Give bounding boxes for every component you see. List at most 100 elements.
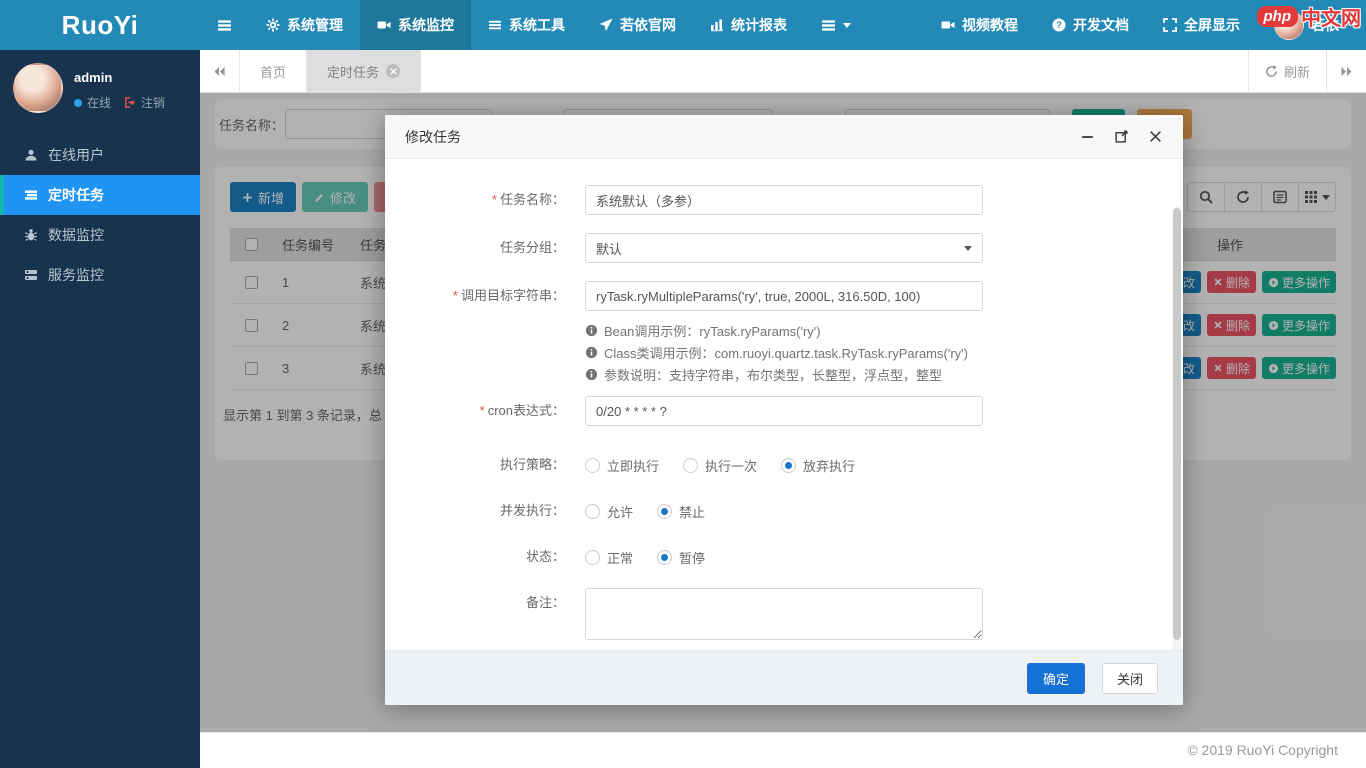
info-icon xyxy=(585,324,598,337)
nav-item-video-tutorial[interactable]: 视频教程 xyxy=(924,0,1035,50)
required-marker: * xyxy=(453,288,458,303)
copyright-footer: © 2019 RuoYi Copyright xyxy=(200,732,1366,768)
sidebar-item-data-monitor[interactable]: 数据监控 xyxy=(0,215,200,255)
radio-misfire-once[interactable]: 执行一次 xyxy=(683,456,757,475)
nav-item-label: 视频教程 xyxy=(962,15,1018,35)
minimize-icon[interactable] xyxy=(1080,129,1095,144)
question-circle-icon: ? xyxy=(1052,18,1066,32)
nav-item-system-monitor[interactable]: 系统监控 xyxy=(360,0,471,50)
close-button[interactable]: 关闭 xyxy=(1102,663,1158,694)
field-label: 执行策略： xyxy=(385,450,565,480)
form-row-misfire-policy: 执行策略： 立即执行 执行一次 放弃执行 xyxy=(385,450,1183,480)
tab-home[interactable]: 首页 xyxy=(240,50,307,92)
sidebar-user-panel: admin 在线 注销 xyxy=(0,50,200,127)
bars-icon xyxy=(217,18,232,33)
php-logo: php xyxy=(1257,6,1299,27)
field-label: *调用目标字符串： xyxy=(385,281,565,385)
tabs-scroll-left-button[interactable] xyxy=(200,50,240,92)
fullscreen-icon xyxy=(1163,18,1177,32)
remark-textarea[interactable] xyxy=(585,588,983,640)
nav-item-label: 若依官网 xyxy=(620,15,676,35)
field-label: 状态： xyxy=(385,542,565,572)
user-name: admin xyxy=(74,70,165,85)
sidebar-item-label: 定时任务 xyxy=(48,185,104,205)
modal-title: 修改任务 xyxy=(405,127,461,147)
tab-label: 定时任务 xyxy=(327,62,379,81)
refresh-icon xyxy=(1265,65,1278,78)
video-camera-icon xyxy=(941,18,955,32)
cron-expression-input[interactable] xyxy=(585,396,983,426)
tab-label: 首页 xyxy=(260,62,286,81)
nav-item-dev-docs[interactable]: ? 开发文档 xyxy=(1035,0,1146,50)
sidebar-item-online-users[interactable]: 在线用户 xyxy=(0,135,200,175)
form-row-status: 状态： 正常 暂停 xyxy=(385,542,1183,572)
help-text: Class类调用示例：com.ruoyi.quartz.task.RyTask.… xyxy=(604,343,968,362)
invoke-target-input[interactable] xyxy=(585,281,983,311)
gear-icon xyxy=(266,18,280,32)
radio-concurrent-allow[interactable]: 允许 xyxy=(585,502,633,521)
scrollbar-thumb[interactable] xyxy=(1173,208,1181,640)
form-row-job-group: 任务分组： 默认 xyxy=(385,233,1183,263)
maximize-icon[interactable] xyxy=(1114,129,1129,144)
modal-footer: 确定 关闭 xyxy=(385,650,1183,705)
field-label: 备注： xyxy=(385,588,565,643)
radio-circle xyxy=(683,458,698,473)
confirm-button[interactable]: 确定 xyxy=(1027,663,1085,694)
nav-item-label: 开发文档 xyxy=(1073,15,1129,35)
nav-item-system-tools[interactable]: 系统工具 xyxy=(471,0,582,50)
send-icon xyxy=(599,18,613,32)
nav-item-official-site[interactable]: 若依官网 xyxy=(582,0,693,50)
required-marker: * xyxy=(492,192,497,207)
radio-circle-checked xyxy=(657,504,672,519)
form-row-invoke-target: *调用目标字符串： Bean调用示例：ryTask.ryParams('ry')… xyxy=(385,281,1183,385)
watermark: php 中文网 xyxy=(1257,2,1362,31)
tabs-scroll-right-button[interactable] xyxy=(1326,50,1366,92)
bar-chart-icon xyxy=(710,18,724,32)
nav-item-statistics[interactable]: 统计报表 xyxy=(693,0,804,50)
sidebar-item-label: 服务监控 xyxy=(48,265,104,285)
tab-close-icon[interactable] xyxy=(386,64,400,78)
info-icon xyxy=(585,368,598,381)
sidebar-item-service-monitor[interactable]: 服务监控 xyxy=(0,255,200,295)
server-icon xyxy=(24,268,38,282)
bug-icon xyxy=(24,228,38,242)
sign-out-icon xyxy=(124,96,137,109)
nav-item-label: 系统工具 xyxy=(509,15,565,35)
field-label: 并发执行： xyxy=(385,496,565,526)
svg-text:?: ? xyxy=(1056,20,1062,30)
sidebar-item-label: 在线用户 xyxy=(48,145,104,165)
radio-circle xyxy=(585,504,600,519)
logout-link[interactable]: 注销 xyxy=(124,94,165,111)
sidebar: admin 在线 注销 在线用户 定时任务 数据监控 服务监控 xyxy=(0,50,200,768)
tasks-icon xyxy=(24,188,38,202)
radio-concurrent-forbid[interactable]: 禁止 xyxy=(657,502,705,521)
form-row-cron: *cron表达式： xyxy=(385,396,1183,426)
avatar[interactable] xyxy=(13,63,63,113)
video-camera-icon xyxy=(377,18,391,32)
radio-misfire-abandon[interactable]: 放弃执行 xyxy=(781,456,855,475)
radio-circle xyxy=(585,550,600,565)
brand-logo: RuoYi xyxy=(0,0,200,50)
tab-scheduled-jobs[interactable]: 定时任务 xyxy=(307,50,421,92)
radio-circle-checked xyxy=(657,550,672,565)
modal-scrollbar[interactable] xyxy=(1173,206,1181,650)
chevrons-left-icon xyxy=(213,65,226,78)
nav-item-system-manage[interactable]: 系统管理 xyxy=(249,0,360,50)
radio-misfire-immediate[interactable]: 立即执行 xyxy=(585,456,659,475)
radio-status-normal[interactable]: 正常 xyxy=(585,548,633,567)
sidebar-toggle-button[interactable] xyxy=(200,0,249,50)
radio-circle-checked xyxy=(781,458,796,473)
logout-label: 注销 xyxy=(141,94,165,111)
nav-more-menu-button[interactable] xyxy=(804,0,868,50)
nav-item-fullscreen[interactable]: 全屏显示 xyxy=(1146,0,1257,50)
radio-status-paused[interactable]: 暂停 xyxy=(657,548,705,567)
close-icon[interactable] xyxy=(1148,129,1163,144)
top-navbar: RuoYi 系统管理 系统监控 系统工具 若依官网 统计报表 视频教程 ? 开发… xyxy=(0,0,1366,50)
sidebar-item-scheduled-jobs[interactable]: 定时任务 xyxy=(0,175,200,215)
job-name-input[interactable] xyxy=(585,185,983,215)
job-group-select[interactable]: 默认 xyxy=(585,233,983,263)
caret-down-icon xyxy=(964,246,972,251)
tab-refresh-button[interactable]: 刷新 xyxy=(1248,50,1326,92)
field-label: *任务名称： xyxy=(385,185,565,215)
field-label: 任务分组： xyxy=(385,233,565,263)
